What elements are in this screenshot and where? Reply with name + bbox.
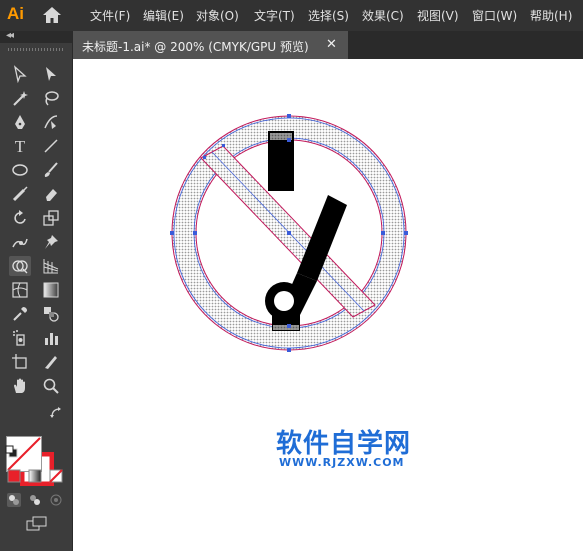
menu-type[interactable]: 文字(T) — [254, 7, 295, 24]
magic-wand-tool-icon[interactable] — [9, 88, 31, 108]
gradient-tool-icon[interactable] — [40, 280, 62, 300]
lasso-tool-icon[interactable] — [40, 88, 62, 108]
slice-tool-icon[interactable] — [40, 352, 62, 372]
app-logo: Ai — [7, 4, 24, 23]
screen-mode-icon[interactable] — [26, 516, 48, 532]
menu-effect[interactable]: 效果(C) — [362, 7, 404, 24]
rotate-tool-icon[interactable] — [9, 208, 31, 228]
symbol-sprayer-tool-icon[interactable] — [9, 328, 31, 348]
hand-pivot-hole — [274, 291, 294, 311]
puppet-warp-tool-icon[interactable] — [9, 232, 31, 252]
menu-help[interactable]: 帮助(H) — [530, 7, 572, 24]
blend-tool-icon[interactable] — [40, 304, 62, 324]
watermark-url: WWW.RJZXW.COM — [279, 456, 405, 469]
menu-edit[interactable]: 编辑(E) — [143, 7, 184, 24]
column-graph-tool-icon[interactable] — [40, 328, 62, 348]
draw-normal-icon[interactable] — [6, 492, 22, 508]
hand-tool-icon[interactable] — [9, 376, 31, 396]
draw-inside-icon[interactable] — [48, 492, 64, 508]
eraser-tool-icon[interactable] — [40, 184, 62, 204]
gradient-mode-icon[interactable] — [27, 468, 43, 484]
perspective-grid-tool-icon[interactable] — [40, 256, 62, 276]
artwork[interactable] — [73, 59, 583, 551]
shaper-tool-icon[interactable] — [9, 184, 31, 204]
line-segment-tool-icon[interactable] — [40, 136, 62, 156]
selection-tool-icon[interactable] — [9, 64, 31, 84]
zoom-tool-icon[interactable] — [40, 376, 62, 396]
artboard-canvas[interactable]: 软件自学网 WWW.RJZXW.COM — [73, 59, 583, 551]
swap-fill-stroke-icon[interactable] — [48, 405, 64, 421]
close-icon[interactable]: ✕ — [326, 37, 337, 52]
menu-window[interactable]: 窗口(W) — [472, 7, 517, 24]
artboard-tool-icon[interactable] — [9, 352, 31, 372]
watermark-title: 软件自学网 — [276, 429, 412, 459]
menu-select[interactable]: 选择(S) — [308, 7, 349, 24]
default-fill-stroke-icon[interactable] — [4, 444, 20, 460]
tools-panel-header: ◂◂ — [0, 30, 72, 43]
type-tool-glyph: T — [14, 136, 26, 156]
collapse-panel-icon[interactable]: ◂◂ — [6, 30, 14, 41]
menu-object[interactable]: 对象(O) — [196, 7, 239, 24]
document-tab-bar: 未标题-1.ai* @ 200% (CMYK/GPU 预览) ✕ — [73, 31, 583, 59]
none-mode-icon[interactable] — [48, 468, 64, 484]
mesh-tool-icon[interactable] — [9, 280, 31, 300]
hand-base-highlight — [273, 325, 299, 330]
menu-view[interactable]: 视图(V) — [417, 7, 459, 24]
tools-panel: ◂◂ T — [0, 30, 73, 551]
pin-tool-icon[interactable] — [40, 232, 62, 252]
document-tab[interactable]: 未标题-1.ai* @ 200% (CMYK/GPU 预览) ✕ — [73, 31, 348, 59]
scale-tool-icon[interactable] — [40, 208, 62, 228]
curvature-tool-icon[interactable] — [40, 112, 62, 132]
document-tab-title: 未标题-1.ai* @ 200% (CMYK/GPU 预览) — [82, 40, 309, 54]
shape-builder-tool-icon[interactable] — [9, 256, 31, 276]
draw-behind-icon[interactable] — [27, 492, 43, 508]
menu-file[interactable]: 文件(F) — [90, 7, 130, 24]
pen-tool-icon[interactable] — [9, 112, 31, 132]
direct-selection-tool-icon[interactable] — [40, 64, 62, 84]
menu-bar: Ai 文件(F) 编辑(E) 对象(O) 文字(T) 选择(S) 效果(C) 视… — [0, 0, 583, 31]
ellipse-tool-icon[interactable] — [9, 160, 31, 180]
home-icon[interactable] — [42, 6, 62, 24]
panel-grip[interactable] — [8, 48, 64, 51]
eyedropper-tool-icon[interactable] — [9, 304, 31, 324]
color-mode-icon[interactable] — [6, 468, 22, 484]
type-tool-icon[interactable]: T — [9, 136, 31, 156]
paintbrush-tool-icon[interactable] — [40, 160, 62, 180]
